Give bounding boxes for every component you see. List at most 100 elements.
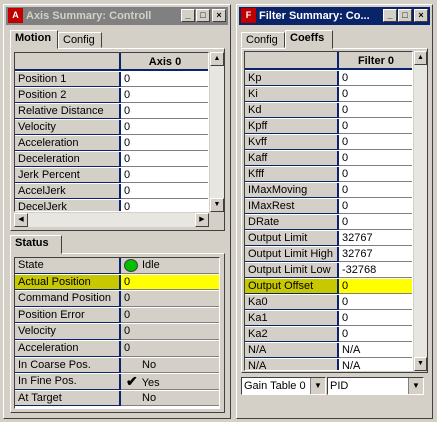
row-value[interactable]: 0	[339, 327, 412, 342]
motion-row[interactable]: AccelJerk 0	[15, 184, 208, 200]
status-row[interactable]: In Coarse Pos. No	[15, 357, 219, 374]
row-value[interactable]: 0	[121, 88, 208, 103]
close-button[interactable]: ×	[212, 9, 226, 22]
tab-status[interactable]: Status	[10, 235, 62, 254]
motion-row[interactable]: DecelJerk 0	[15, 200, 208, 211]
row-value[interactable]: Idle	[121, 258, 219, 274]
row-value[interactable]: 0	[121, 291, 219, 307]
motion-row[interactable]: Position 10	[15, 72, 208, 88]
row-value[interactable]: 0	[339, 135, 412, 150]
scroll-right-icon[interactable]: ▶	[195, 213, 209, 227]
row-value[interactable]: No	[121, 357, 219, 374]
coeff-row[interactable]: N/A N/A	[245, 359, 412, 370]
row-value[interactable]: 0	[339, 167, 412, 182]
chevron-down-icon[interactable]: ▼	[408, 378, 423, 394]
row-value[interactable]: 0	[339, 103, 412, 118]
motion-row[interactable]: Velocity 0	[15, 120, 208, 136]
minimize-button[interactable]: _	[181, 9, 195, 22]
status-row[interactable]: At Target No	[15, 390, 219, 407]
filter-summary-titlebar[interactable]: F Filter Summary: Co... _ □ ×	[239, 7, 430, 25]
row-value[interactable]: 0	[121, 200, 208, 211]
axis-column-header[interactable]: Axis 0	[121, 53, 208, 71]
tab-motion[interactable]: Motion	[10, 30, 58, 49]
coeff-row[interactable]: Kfff 0	[245, 167, 412, 183]
status-row[interactable]: Actual Position 0	[15, 274, 219, 291]
coeff-row[interactable]: Ka1 0	[245, 311, 412, 327]
status-row[interactable]: State Idle	[15, 258, 219, 274]
filter-column-header[interactable]: Filter 0	[339, 52, 412, 70]
coeff-row[interactable]: Ka2 0	[245, 327, 412, 343]
row-value[interactable]: 0	[121, 184, 208, 199]
coeff-row[interactable]: Output Limit 32767	[245, 231, 412, 247]
coeff-row[interactable]: Kp 0	[245, 71, 412, 87]
row-value[interactable]: -32768	[339, 263, 412, 278]
coeff-row[interactable]: Ki 0	[245, 87, 412, 103]
coeff-row[interactable]: Ka0 0	[245, 295, 412, 311]
tab-coeffs[interactable]: Coeffs	[285, 30, 333, 49]
row-value[interactable]: 0	[121, 324, 219, 340]
row-value[interactable]: 0	[339, 199, 412, 214]
row-value[interactable]: ✔ Yes	[121, 374, 219, 390]
minimize-button[interactable]: _	[383, 9, 397, 22]
chevron-down-icon[interactable]: ▼	[310, 378, 325, 394]
row-value[interactable]: 0	[121, 152, 208, 167]
coeff-row[interactable]: Kaff 0	[245, 151, 412, 167]
row-value[interactable]: 0	[339, 295, 412, 310]
row-value[interactable]: N/A	[339, 343, 412, 358]
status-row[interactable]: Acceleration 0	[15, 341, 219, 357]
row-value[interactable]: 0	[121, 341, 219, 357]
motion-row[interactable]: Deceleration 0	[15, 152, 208, 168]
tab-config[interactable]: Config	[58, 32, 102, 48]
scroll-up-icon[interactable]: ▲	[414, 51, 427, 65]
row-value[interactable]: 0	[339, 71, 412, 86]
row-value[interactable]: 0	[121, 72, 208, 87]
coeff-row[interactable]: IMaxRest 0	[245, 199, 412, 215]
row-value[interactable]: 0	[121, 168, 208, 183]
row-value[interactable]: 0	[121, 136, 208, 151]
coeffs-vscrollbar[interactable]: ▲ ▼	[414, 51, 427, 371]
row-value[interactable]: 0	[339, 183, 412, 198]
motion-vscrollbar[interactable]: ▲ ▼	[210, 52, 224, 212]
row-value[interactable]: 0	[121, 274, 219, 291]
status-row[interactable]: Position Error 0	[15, 307, 219, 324]
scroll-up-icon[interactable]: ▲	[210, 52, 224, 66]
row-value[interactable]: 32767	[339, 247, 412, 262]
tab-config[interactable]: Config	[241, 32, 285, 48]
coeff-row[interactable]: N/A N/A	[245, 343, 412, 359]
coeff-row[interactable]: Kpff 0	[245, 119, 412, 135]
row-value[interactable]: 0	[339, 151, 412, 166]
motion-row[interactable]: Position 20	[15, 88, 208, 104]
motion-row[interactable]: Acceleration 0	[15, 136, 208, 152]
gain-table-select[interactable]: Gain Table 0 ▼	[241, 377, 326, 395]
maximize-button[interactable]: □	[398, 9, 412, 22]
status-row[interactable]: Velocity 0	[15, 324, 219, 340]
axis-summary-titlebar[interactable]: A Axis Summary: Controll _ □ ×	[6, 7, 228, 25]
row-value[interactable]: No	[121, 390, 219, 407]
row-value[interactable]: 32767	[339, 231, 412, 246]
status-row[interactable]: Command Position 0	[15, 291, 219, 307]
status-row[interactable]: In Fine Pos. ✔ Yes	[15, 374, 219, 390]
row-value[interactable]: 0	[121, 307, 219, 324]
row-value[interactable]: 0	[339, 215, 412, 230]
scroll-left-icon[interactable]: ◀	[14, 213, 28, 227]
row-value[interactable]: 0	[339, 119, 412, 134]
coeff-row[interactable]: Output Limit Low -32768	[245, 263, 412, 279]
row-value[interactable]: 0	[121, 104, 208, 119]
row-value[interactable]: 0	[121, 120, 208, 135]
motion-row[interactable]: Relative Distance 0	[15, 104, 208, 120]
coeff-row[interactable]: Output Offset 0	[245, 279, 412, 295]
coeff-row[interactable]: DRate 0	[245, 215, 412, 231]
row-value[interactable]: N/A	[339, 359, 412, 370]
coeff-row[interactable]: Kvff 0	[245, 135, 412, 151]
close-button[interactable]: ×	[414, 9, 428, 22]
row-value[interactable]: 0	[339, 87, 412, 102]
filter-type-select[interactable]: PID ▼	[327, 377, 424, 395]
row-value[interactable]: 0	[339, 311, 412, 326]
scroll-down-icon[interactable]: ▼	[414, 357, 427, 371]
row-value[interactable]: 0	[339, 279, 412, 294]
scroll-down-icon[interactable]: ▼	[210, 198, 224, 212]
coeff-row[interactable]: IMaxMoving 0	[245, 183, 412, 199]
motion-hscrollbar[interactable]: ◀ ▶	[14, 213, 209, 227]
coeff-row[interactable]: Kd 0	[245, 103, 412, 119]
maximize-button[interactable]: □	[196, 9, 210, 22]
